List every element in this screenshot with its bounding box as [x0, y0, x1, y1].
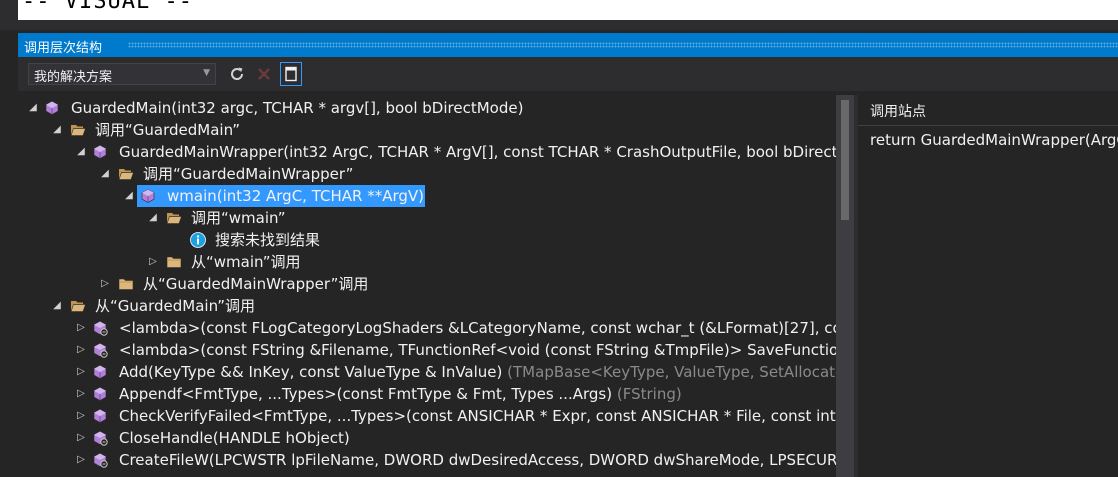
method-signature: Add(KeyType && InKey, const ValueType & … [119, 363, 503, 381]
tree-node-calls-to[interactable]: ◢ 调用“wmain” [18, 207, 836, 229]
scrollbar-thumb[interactable] [841, 100, 849, 220]
title-grip[interactable] [128, 42, 1118, 48]
folder-icon [118, 276, 134, 292]
tree-node-label: GuardedMainWrapper(int32 ArgC, TCHAR * A… [119, 143, 836, 161]
tree-node-no-results[interactable]: 搜索未找到结果 [18, 229, 836, 251]
collapse-icon[interactable]: ◢ [98, 163, 112, 185]
toolbar: 我的解决方案 ▼ [18, 57, 1118, 91]
call-hierarchy-tree[interactable]: ◢ GuardedMain(int32 argc, TCHAR * argv[]… [18, 95, 836, 477]
tool-window-title-bar[interactable]: 调用层次结构 [18, 33, 1118, 57]
folder-icon [166, 254, 182, 270]
editor-status-line: -- VISUAL -- [18, 0, 1118, 20]
tree-node-label: CreateFileW(LPCWSTR lpFileName, DWORD dw… [119, 451, 836, 469]
tree-node-label: 从“GuardedMainWrapper”调用 [143, 275, 369, 293]
folder-open-icon [70, 122, 86, 138]
tree-node-calls-to[interactable]: ◢ 调用“GuardedMainWrapper” [18, 163, 836, 185]
tree-node-calls-to[interactable]: ◢ 调用“GuardedMain” [18, 119, 836, 141]
expand-icon[interactable]: ▷ [74, 383, 88, 405]
refresh-icon [231, 67, 244, 80]
tree-node-label: Appendf<FmtType, ...Types>(const FmtType… [119, 383, 682, 405]
method-icon [44, 100, 60, 116]
tree-node-label: 调用“GuardedMainWrapper” [143, 165, 354, 183]
tree-node-callee[interactable]: ▷ <lambda>(const FLogCategoryLogShaders … [18, 317, 836, 339]
expand-icon[interactable]: ▷ [74, 339, 88, 361]
tree-node-label: 从“GuardedMain”调用 [95, 297, 256, 315]
expand-icon[interactable]: ▷ [74, 317, 88, 339]
tree-node-callee[interactable]: ▷ Add(KeyType && InKey, const ValueType … [18, 361, 836, 383]
call-site-line[interactable]: return GuardedMainWrapper(ArgC [870, 131, 1118, 149]
tree-node-callee[interactable]: ▷ CloseHandle(HANDLE hObject) [18, 427, 836, 449]
close-icon [258, 68, 270, 80]
collapse-icon[interactable]: ◢ [50, 295, 64, 317]
panel-toggle-icon [285, 66, 297, 82]
collapse-icon[interactable]: ◢ [122, 185, 136, 207]
collapse-icon[interactable]: ◢ [26, 97, 40, 119]
tree-node-label: CloseHandle(HANDLE hObject) [119, 429, 350, 447]
tree-node-calls-from[interactable]: ▷ 从“wmain”调用 [18, 251, 836, 273]
collapse-icon[interactable]: ◢ [74, 141, 88, 163]
expand-icon[interactable]: ▷ [98, 273, 112, 295]
header-divider [858, 125, 1118, 126]
tree-node-label: wmain(int32 ArgC, TCHAR **ArgV) [167, 187, 424, 205]
call-sites-pane: 调用站点 return GuardedMainWrapper(ArgC [858, 95, 1118, 477]
tree-node-callee[interactable]: ▷ <lambda>(const FString &Filename, TFun… [18, 339, 836, 361]
tree-node-label: GuardedMain(int32 argc, TCHAR * argv[], … [71, 99, 524, 117]
method-icon [92, 408, 108, 424]
tree-node-calls-from[interactable]: ◢ 从“GuardedMain”调用 [18, 295, 836, 317]
folder-open-icon [118, 166, 134, 182]
external-method-icon [92, 430, 108, 446]
tree-node-label: Add(KeyType && InKey, const ValueType & … [119, 361, 836, 383]
tree-node-label: <lambda>(const FString &Filename, TFunct… [119, 341, 836, 359]
tree-node-label: CheckVerifyFailed<FmtType, ...Types>(con… [119, 407, 836, 425]
containing-type: (FString) [616, 385, 682, 403]
expand-icon[interactable]: ▷ [74, 361, 88, 383]
chevron-down-icon: ▼ [203, 68, 210, 78]
tree-node-label: 调用“GuardedMain” [95, 121, 241, 139]
tree-node-callee[interactable]: ▷ Appendf<FmtType, ...Types>(const FmtTy… [18, 383, 836, 405]
external-method-icon [92, 320, 108, 336]
tree-node-caller-selected[interactable]: ◢ wmain(int32 ArgC, TCHAR **ArgV) [18, 185, 836, 207]
tree-node-callee[interactable]: ▷ CreateFileW(LPCWSTR lpFileName, DWORD … [18, 449, 836, 471]
method-icon [92, 386, 108, 402]
expand-icon[interactable]: ▷ [74, 449, 88, 471]
external-method-icon [92, 452, 108, 468]
tree-node-callee[interactable]: ▷ CheckVerifyFailed<FmtType, ...Types>(c… [18, 405, 836, 427]
expand-icon[interactable]: ▷ [74, 405, 88, 427]
expand-icon[interactable]: ▷ [146, 251, 160, 273]
tree-node-label: 调用“wmain” [191, 209, 286, 227]
tree-vertical-scrollbar[interactable] [836, 95, 854, 477]
tree-node-root[interactable]: ◢ GuardedMain(int32 argc, TCHAR * argv[]… [18, 97, 836, 119]
method-icon [92, 364, 108, 380]
toggle-details-button[interactable] [280, 62, 302, 86]
folder-open-icon [166, 210, 182, 226]
collapse-icon[interactable]: ◢ [146, 207, 160, 229]
method-signature: Appendf<FmtType, ...Types>(const FmtType… [119, 385, 613, 403]
expand-icon[interactable]: ▷ [74, 427, 88, 449]
containing-type: (TMapBase<KeyType, ValueType, SetAllocat… [507, 363, 836, 381]
tree-node-label: 从“wmain”调用 [191, 253, 301, 271]
editor-mode-text: -- VISUAL -- [22, 0, 193, 14]
scope-dropdown[interactable]: 我的解决方案 ▼ [28, 63, 216, 85]
method-icon [92, 144, 108, 160]
scope-dropdown-value: 我的解决方案 [34, 70, 113, 85]
refresh-button[interactable] [226, 62, 248, 86]
window-title: 调用层次结构 [24, 37, 107, 56]
collapse-icon[interactable]: ◢ [50, 119, 64, 141]
tree-node-label: <lambda>(const FLogCategoryLogShaders &L… [119, 319, 836, 337]
external-method-icon [92, 342, 108, 358]
folder-open-icon [70, 298, 86, 314]
method-icon [140, 188, 156, 204]
tree-node-caller[interactable]: ◢ GuardedMainWrapper(int32 ArgC, TCHAR *… [18, 141, 836, 163]
call-sites-header: 调用站点 [870, 104, 926, 120]
info-icon [190, 232, 206, 248]
cancel-button[interactable] [253, 62, 275, 86]
tree-node-label: 搜索未找到结果 [215, 231, 321, 249]
tree-node-calls-from[interactable]: ▷ 从“GuardedMainWrapper”调用 [18, 273, 836, 295]
